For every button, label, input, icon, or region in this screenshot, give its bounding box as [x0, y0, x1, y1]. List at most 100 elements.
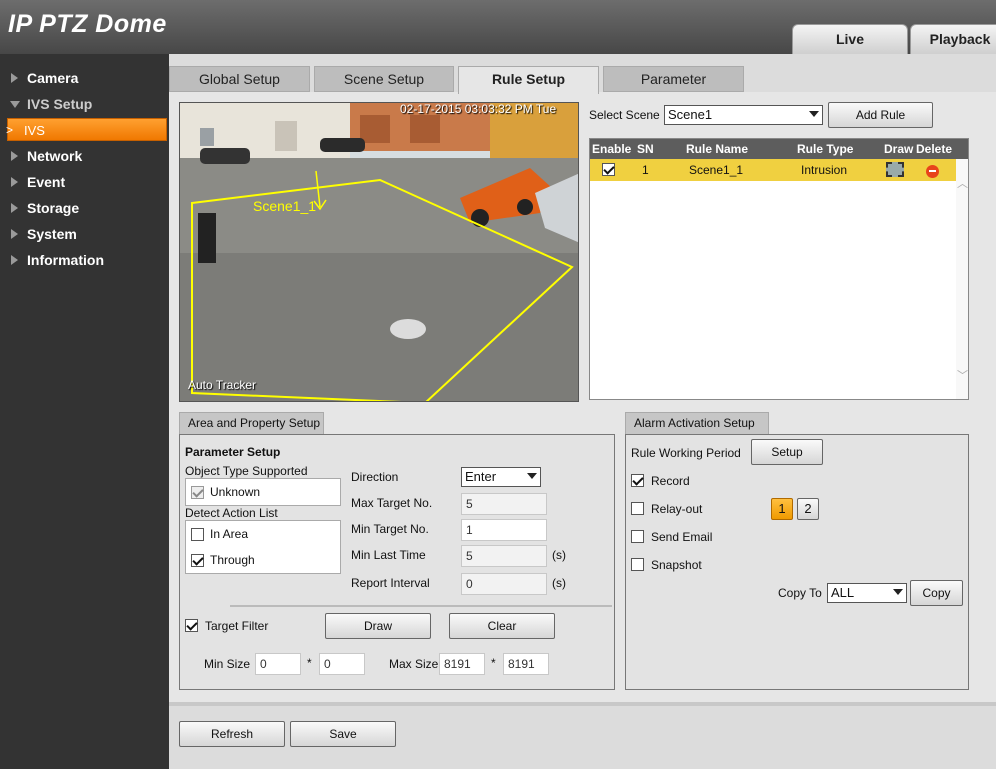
video-preview[interactable]: 02-17-2015 03:03:32 PM Tue Scene1_1 Auto… — [179, 102, 579, 402]
header-rule-name: Rule Name — [686, 142, 749, 156]
relay-out-label: Relay-out — [651, 502, 703, 516]
min-last-time-input[interactable]: 5 — [461, 545, 547, 567]
send-email-checkbox[interactable] — [631, 530, 644, 543]
sidebar-item-network[interactable]: Network — [0, 144, 169, 168]
alarm-activation-tab[interactable]: Alarm Activation Setup — [625, 412, 769, 434]
scene-select[interactable]: Scene1 — [664, 105, 823, 125]
draw-button[interactable]: Draw — [325, 613, 431, 639]
send-email-label: Send Email — [651, 530, 713, 544]
table-row[interactable]: 1 Scene1_1 Intrusion — [590, 159, 956, 181]
snapshot-checkbox[interactable] — [631, 558, 644, 571]
parameter-setup-heading: Parameter Setup — [185, 445, 281, 459]
rule-overlay-label: Scene1_1 — [253, 198, 317, 214]
direction-value: Enter — [465, 469, 497, 484]
in-area-label: In Area — [210, 527, 249, 541]
max-target-label: Max Target No. — [351, 496, 433, 510]
header-rule-type: Rule Type — [797, 142, 854, 156]
tab-scene-setup[interactable]: Scene Setup — [314, 66, 454, 92]
min-size-times: * — [307, 656, 312, 670]
through-label: Through — [210, 553, 255, 567]
sidebar-item-label: Information — [27, 252, 104, 268]
select-scene-label: Select Scene — [589, 108, 660, 122]
scroll-down-icon[interactable]: ﹀ — [957, 367, 968, 383]
tab-global-setup[interactable]: Global Setup — [169, 66, 310, 92]
copy-to-value: ALL — [831, 585, 855, 600]
collapse-arrow-icon — [10, 101, 20, 108]
sidebar-item-label: Camera — [27, 70, 79, 86]
report-interval-input[interactable]: 0 — [461, 573, 547, 595]
add-rule-button[interactable]: Add Rule — [828, 102, 933, 128]
scroll-up-icon[interactable]: ︿ — [957, 175, 968, 191]
unknown-checkbox[interactable] — [191, 486, 204, 499]
refresh-button[interactable]: Refresh — [179, 721, 285, 747]
area-property-tab[interactable]: Area and Property Setup — [179, 412, 324, 434]
max-size-height-input[interactable]: 8191 — [503, 653, 549, 675]
sidebar-item-storage[interactable]: Storage — [0, 196, 169, 220]
object-type-label: Object Type Supported — [185, 464, 308, 478]
in-area-checkbox[interactable] — [191, 528, 204, 541]
max-target-input[interactable]: 5 — [461, 493, 547, 515]
expand-arrow-icon — [11, 255, 18, 265]
chevron-down-icon — [527, 473, 537, 479]
sidebar-item-event[interactable]: Event — [0, 170, 169, 194]
draw-area-icon[interactable] — [886, 162, 904, 177]
copy-to-select[interactable]: ALL — [827, 583, 907, 603]
rule-name: Scene1_1 — [689, 163, 744, 177]
tracker-label: Auto Tracker — [188, 378, 257, 392]
expand-arrow-icon — [11, 151, 18, 161]
sidebar-item-information[interactable]: Information — [0, 248, 169, 272]
scene-select-value: Scene1 — [668, 107, 713, 122]
clear-button[interactable]: Clear — [449, 613, 555, 639]
table-scrollbar[interactable]: ︿ ﹀ — [956, 159, 968, 399]
tab-live[interactable]: Live — [792, 24, 908, 54]
copy-to-label: Copy To — [778, 586, 822, 600]
header-sn: SN — [637, 142, 654, 156]
rule-sn: 1 — [642, 163, 649, 177]
sidebar-item-label: Event — [27, 174, 66, 190]
setup-button[interactable]: Setup — [751, 439, 823, 465]
delete-icon[interactable] — [926, 165, 939, 178]
detect-action-list: In Area Through — [185, 520, 341, 574]
relay-2-button[interactable]: 2 — [797, 498, 819, 520]
detect-action-label: Detect Action List — [185, 506, 278, 520]
working-period-label: Rule Working Period — [631, 446, 741, 460]
copy-button[interactable]: Copy — [910, 580, 963, 606]
direction-select[interactable]: Enter — [461, 467, 541, 487]
report-interval-unit: (s) — [552, 576, 566, 590]
min-target-label: Min Target No. — [351, 522, 429, 536]
object-type-list: Unknown — [185, 478, 341, 506]
sidebar-item-label: System — [27, 226, 77, 242]
video-scene-illustration — [180, 103, 578, 401]
relay-1-button[interactable]: 1 — [771, 498, 793, 520]
sidebar-item-ivs[interactable]: > IVS — [6, 118, 167, 141]
snapshot-label: Snapshot — [651, 558, 702, 572]
sidebar-item-ivs-setup[interactable]: IVS Setup — [0, 92, 169, 116]
save-button[interactable]: Save — [290, 721, 396, 747]
relay-out-checkbox[interactable] — [631, 502, 644, 515]
target-filter-checkbox[interactable] — [185, 619, 198, 632]
sidebar-item-label: Storage — [27, 200, 80, 216]
min-last-time-label: Min Last Time — [351, 548, 426, 562]
expand-arrow-icon — [11, 229, 18, 239]
sidebar-item-label: IVS — [24, 123, 45, 138]
record-checkbox[interactable] — [631, 474, 644, 487]
sidebar-item-camera[interactable]: Camera — [0, 66, 169, 90]
max-size-width-input[interactable]: 8191 — [439, 653, 485, 675]
min-size-height-input[interactable]: 0 — [319, 653, 365, 675]
sidebar-item-system[interactable]: System — [0, 222, 169, 246]
header-enable: Enable — [592, 142, 632, 156]
min-target-input[interactable]: 1 — [461, 519, 547, 541]
rule-enable-checkbox[interactable] — [602, 163, 615, 176]
tab-rule-setup[interactable]: Rule Setup — [458, 66, 599, 94]
max-size-times: * — [491, 656, 496, 670]
expand-arrow-icon — [11, 73, 18, 83]
chevron-down-icon — [809, 111, 819, 117]
tab-playback[interactable]: Playback — [910, 24, 996, 54]
video-timestamp: 02-17-2015 03:03:32 PM Tue — [400, 102, 557, 116]
min-size-width-input[interactable]: 0 — [255, 653, 301, 675]
tab-parameter[interactable]: Parameter — [603, 66, 744, 92]
chevron-down-icon — [893, 589, 903, 595]
target-filter-label: Target Filter — [205, 619, 269, 633]
min-size-label: Min Size — [204, 657, 251, 671]
through-checkbox[interactable] — [191, 554, 204, 567]
